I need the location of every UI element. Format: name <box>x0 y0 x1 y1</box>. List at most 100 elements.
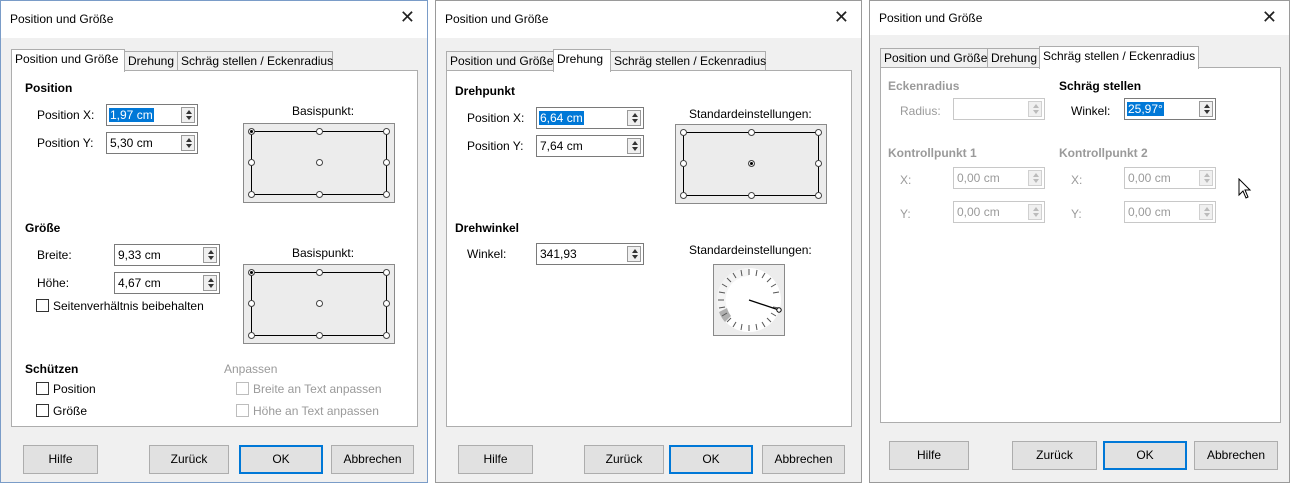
base-point-label-2: Basispunkt: <box>292 246 355 260</box>
point-top-center[interactable] <box>316 128 323 135</box>
pivot-header: Drehpunkt <box>455 84 515 98</box>
close-icon[interactable]: ✕ <box>1262 8 1277 26</box>
angle-field[interactable]: 341,93 <box>536 243 644 265</box>
ok-button[interactable]: OK <box>669 445 753 474</box>
point-bottom-left[interactable] <box>248 191 255 198</box>
checkbox-box[interactable] <box>36 382 49 395</box>
point-middle-right[interactable] <box>383 300 390 307</box>
help-button[interactable]: Hilfe <box>23 445 98 474</box>
point-middle-right[interactable] <box>815 160 822 167</box>
protect-position-checkbox[interactable]: Position <box>36 382 96 396</box>
tab-slant-corner[interactable]: Schräg stellen / Eckenradius <box>1039 46 1199 69</box>
cancel-button[interactable]: Abbrechen <box>331 445 414 474</box>
point-center[interactable] <box>316 159 323 166</box>
point-top-center[interactable] <box>748 129 755 136</box>
point-top-left[interactable] <box>248 269 255 276</box>
spin-buttons-icon[interactable] <box>203 247 217 263</box>
reset-button[interactable]: Zurück <box>584 445 664 474</box>
position-x-field[interactable]: 1,97 cm <box>106 104 198 126</box>
point-middle-left[interactable] <box>248 300 255 307</box>
control-point-1-header: Kontrollpunkt 1 <box>888 146 977 160</box>
spin-buttons-icon <box>1199 170 1213 186</box>
slant-angle-field[interactable]: 25,97° <box>1124 98 1216 120</box>
tab-rotation[interactable]: Drehung <box>987 48 1040 68</box>
point-top-right[interactable] <box>815 129 822 136</box>
help-button[interactable]: Hilfe <box>889 441 969 470</box>
position-y-field[interactable]: 5,30 cm <box>106 132 198 154</box>
position-x-label: Position X: <box>37 108 95 122</box>
point-middle-left[interactable] <box>680 160 687 167</box>
fit-height-label: Höhe an Text anpassen <box>253 404 379 418</box>
close-icon[interactable]: ✕ <box>834 8 849 26</box>
angle-defaults-label: Standardeinstellungen: <box>689 243 812 257</box>
width-label: Breite: <box>37 248 72 262</box>
point-top-left[interactable] <box>248 128 255 135</box>
point-bottom-center[interactable] <box>316 332 323 339</box>
angle-header: Drehwinkel <box>455 221 520 235</box>
base-point-selector[interactable] <box>243 123 395 203</box>
spin-buttons-icon[interactable] <box>1199 101 1213 117</box>
spin-buttons-icon[interactable] <box>181 107 195 123</box>
spin-buttons-icon[interactable] <box>627 246 641 262</box>
reset-button[interactable]: Zurück <box>1012 441 1097 470</box>
adapt-header: Anpassen <box>224 362 278 376</box>
spin-buttons-icon[interactable] <box>627 110 641 126</box>
keep-ratio-checkbox[interactable]: Seitenverhältnis beibehalten <box>36 299 204 313</box>
pivot-x-field[interactable]: 6,64 cm <box>536 107 644 129</box>
cp2-x-field: 0,00 cm <box>1124 167 1216 189</box>
point-middle-left[interactable] <box>248 159 255 166</box>
pivot-x-value: 6,64 cm <box>539 111 584 125</box>
position-header: Position <box>25 81 73 95</box>
fit-height-checkbox: Höhe an Text anpassen <box>236 404 379 418</box>
close-icon[interactable]: ✕ <box>400 8 415 26</box>
tab-position-size[interactable]: Position und Größe <box>880 48 988 68</box>
pivot-y-field[interactable]: 7,64 cm <box>536 135 644 157</box>
spin-buttons-icon <box>1199 204 1213 220</box>
spin-buttons-icon[interactable] <box>203 275 217 291</box>
ok-button[interactable]: OK <box>1103 441 1187 470</box>
tab-slant-corner[interactable]: Schräg stellen / Eckenradius <box>177 51 333 71</box>
point-bottom-right[interactable] <box>383 332 390 339</box>
point-top-center[interactable] <box>316 269 323 276</box>
protect-header: Schützen <box>25 362 79 376</box>
protect-size-checkbox[interactable]: Größe <box>36 404 87 418</box>
slant-header: Schräg stellen <box>1059 79 1142 93</box>
point-bottom-center[interactable] <box>748 192 755 199</box>
pivot-point-selector[interactable] <box>675 124 827 204</box>
spin-buttons-icon[interactable] <box>627 138 641 154</box>
cancel-button[interactable]: Abbrechen <box>1194 441 1278 470</box>
point-middle-right[interactable] <box>383 159 390 166</box>
dialog-position-size-1: Position und Größe ✕ Position und Größe … <box>0 0 428 483</box>
point-bottom-right[interactable] <box>383 191 390 198</box>
tab-rotation[interactable]: Drehung <box>124 51 178 71</box>
point-center[interactable] <box>316 300 323 307</box>
cp1-x-value: 0,00 cm <box>957 171 1000 185</box>
height-field[interactable]: 4,67 cm <box>114 272 220 294</box>
tab-position-size[interactable]: Position und Größe <box>446 51 554 71</box>
dialog-title: Position und Größe <box>445 12 549 26</box>
ok-button[interactable]: OK <box>239 445 323 474</box>
checkbox-box[interactable] <box>36 299 49 312</box>
point-top-right[interactable] <box>383 128 390 135</box>
spin-buttons-icon[interactable] <box>181 135 195 151</box>
help-button[interactable]: Hilfe <box>458 445 533 474</box>
point-bottom-right[interactable] <box>815 192 822 199</box>
tab-rotation[interactable]: Drehung <box>553 49 611 72</box>
checkbox-box[interactable] <box>36 404 49 417</box>
point-bottom-left[interactable] <box>248 332 255 339</box>
rotation-dial-icon[interactable] <box>713 264 785 336</box>
point-bottom-left[interactable] <box>680 192 687 199</box>
cancel-button[interactable]: Abbrechen <box>762 445 845 474</box>
tab-slant-corner[interactable]: Schräg stellen / Eckenradius <box>610 51 766 71</box>
width-field[interactable]: 9,33 cm <box>114 244 220 266</box>
control-point-2-header: Kontrollpunkt 2 <box>1059 146 1148 160</box>
point-bottom-center[interactable] <box>316 191 323 198</box>
point-top-right[interactable] <box>383 269 390 276</box>
cp2-y-field: 0,00 cm <box>1124 201 1216 223</box>
base-point-selector-2[interactable] <box>243 264 395 344</box>
point-top-left[interactable] <box>680 129 687 136</box>
point-center[interactable] <box>748 160 755 167</box>
tab-position-size[interactable]: Position und Größe <box>11 49 125 72</box>
height-label: Höhe: <box>37 276 70 290</box>
reset-button[interactable]: Zurück <box>149 445 229 474</box>
